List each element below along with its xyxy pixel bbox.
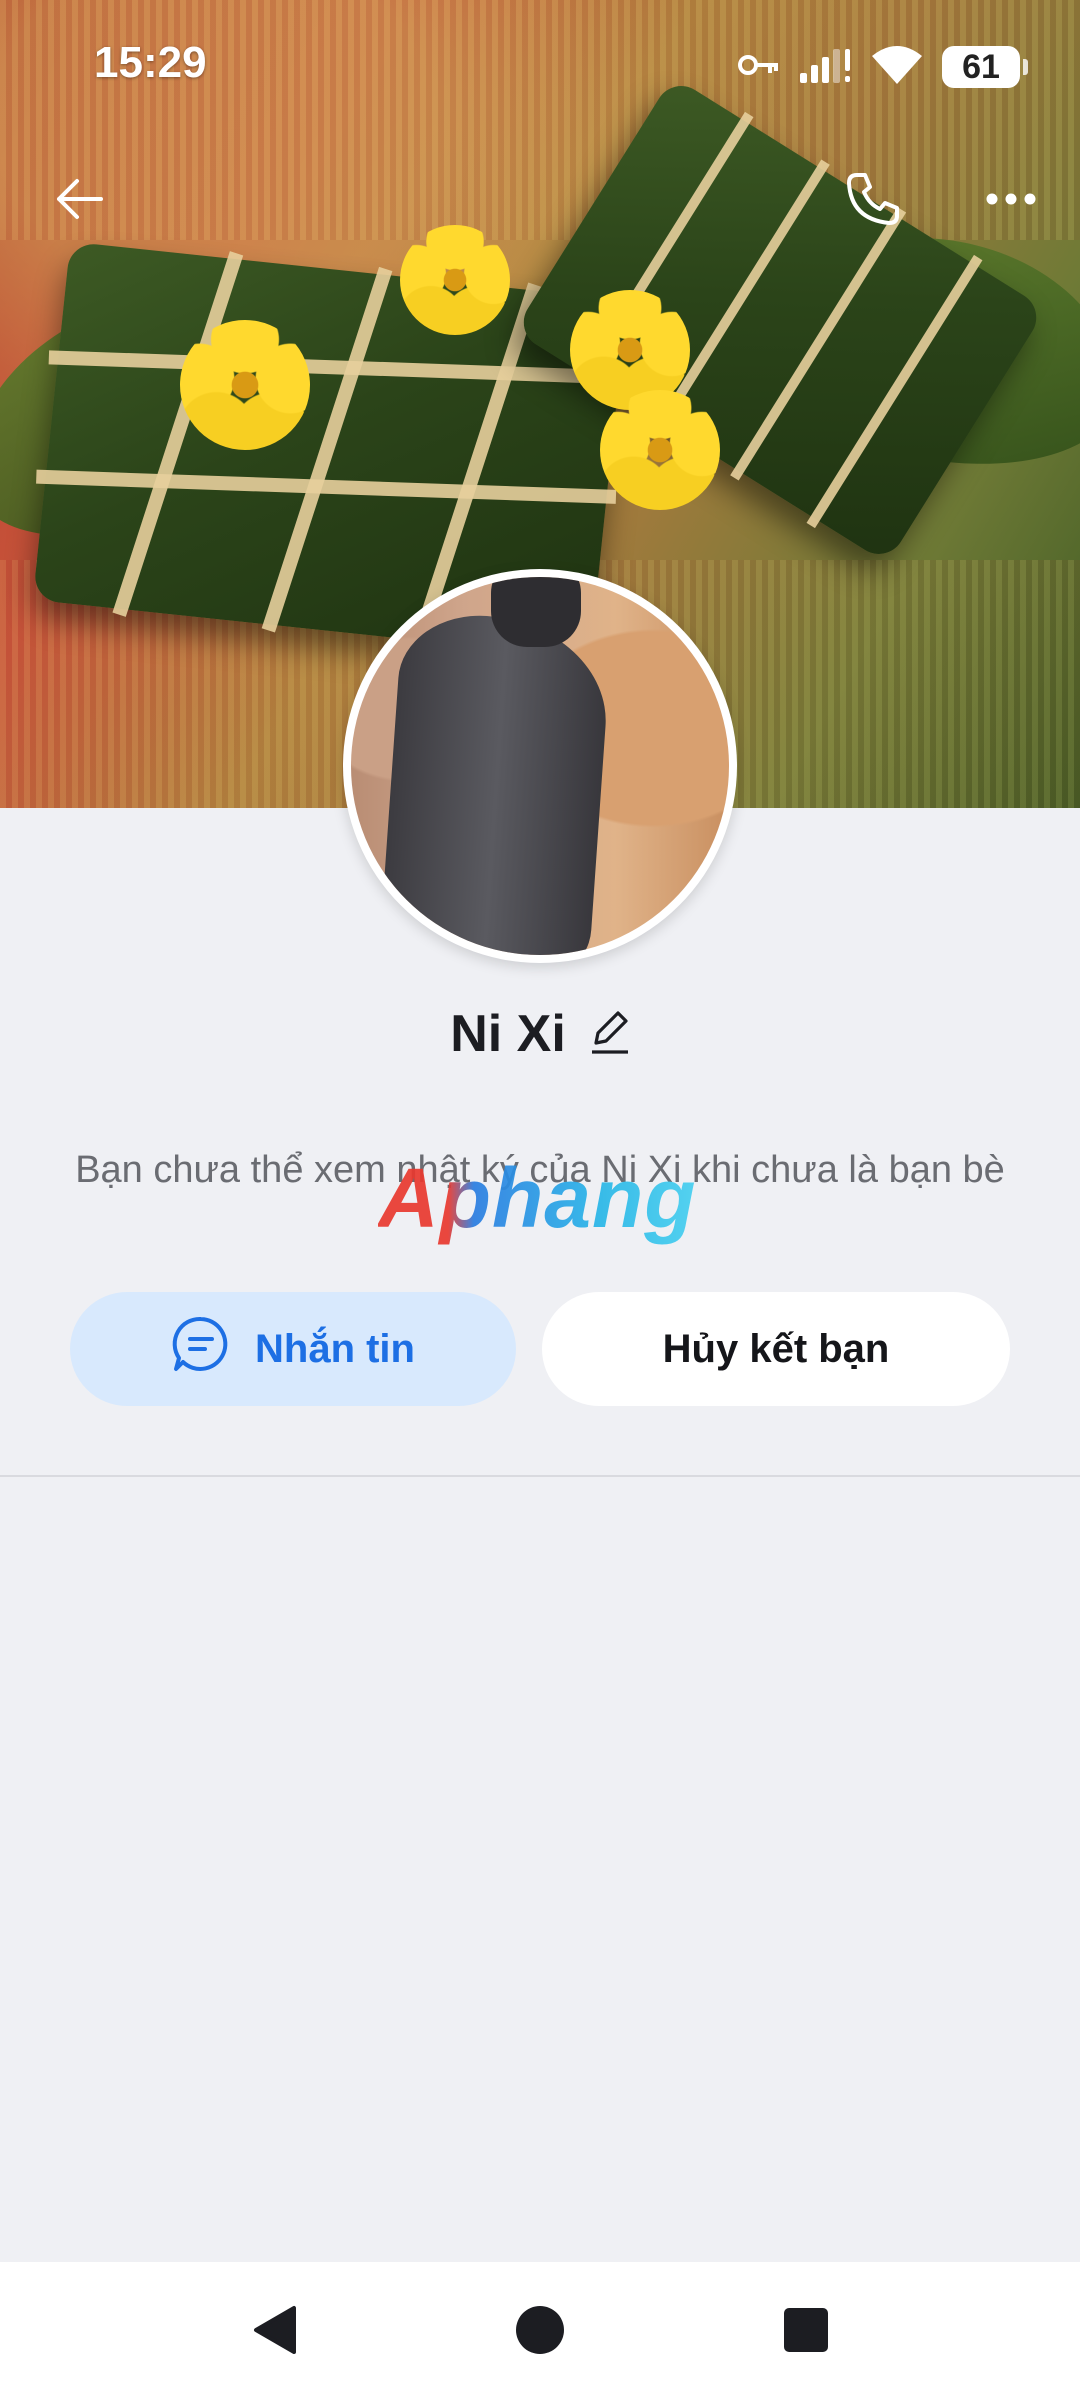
key-icon [738,51,780,84]
phone-icon [843,169,903,234]
unfriend-button-label: Hủy kết bạn [662,1326,890,1371]
nav-home-button[interactable] [510,2302,570,2362]
battery-indicator: 61 [942,46,1028,88]
more-horizontal-icon [985,191,1037,212]
square-recents-icon [783,2307,829,2358]
status-icons: 61 [738,42,1028,92]
yellow-flower [180,320,310,450]
pencil-icon[interactable] [588,1009,630,1060]
yellow-flower [400,225,510,335]
message-button[interactable]: Nhắn tin [70,1292,516,1406]
watermark-logo: Aphang [378,1151,697,1245]
back-button[interactable] [34,156,124,246]
profile-name: Ni Xi [450,1005,566,1063]
arrow-left-icon [51,171,107,232]
wifi-icon [870,44,924,91]
chat-bubble-icon [171,1314,231,1384]
avatar[interactable] [343,569,737,963]
profile-screen: 15:29 61 Ni Xi Bạn chưa thể xem khi chưa… [0,0,1080,2400]
triangle-back-icon [250,2304,298,2361]
status-bar: 15:29 61 [0,0,1080,130]
name-row: Ni Xi [0,1004,1080,1064]
nav-back-button[interactable] [244,2302,304,2362]
circle-home-icon [514,2304,566,2361]
battery-level: 61 [962,47,1000,86]
yellow-flower [600,390,720,510]
signal-icon [798,45,852,90]
section-divider [0,1475,1080,1477]
avatar-photo [351,577,729,955]
status-time: 15:29 [94,38,207,87]
system-nav-bar [0,2262,1080,2400]
unfriend-button[interactable]: Hủy kết bạn [542,1292,1010,1406]
more-button[interactable] [966,156,1056,246]
nav-recents-button[interactable] [776,2302,836,2362]
message-button-label: Nhắn tin [255,1326,415,1371]
call-button[interactable] [828,156,918,246]
